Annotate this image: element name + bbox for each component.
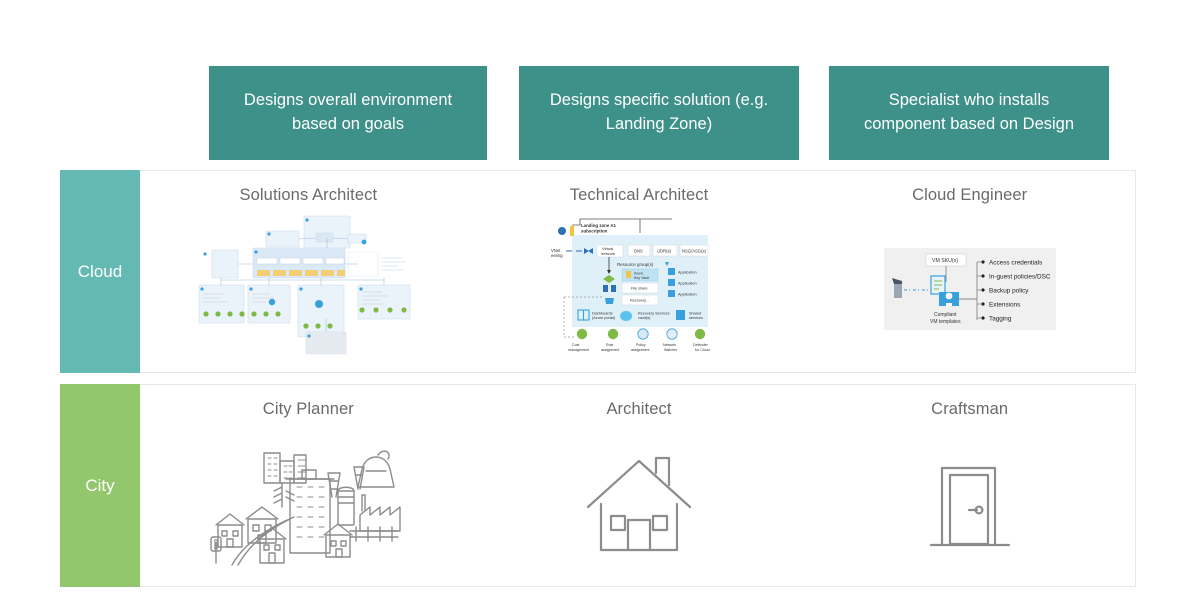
svg-text:Defender: Defender	[693, 343, 709, 347]
header-callout-row: Designs overall environment based on goa…	[0, 66, 1200, 160]
cell-art-technical-architect: Landing zone A1 subscription VNet eering…	[474, 205, 805, 372]
azure-enterprise-scale-architecture-diagram-icon	[198, 215, 411, 354]
svg-text:Key Vault: Key Vault	[634, 276, 649, 280]
svg-text:Access credentials: Access credentials	[989, 259, 1042, 266]
cell-title-city-planner: City Planner	[262, 400, 354, 418]
svg-text:Landing zone A1: Landing zone A1	[581, 223, 617, 228]
svg-text:Shared: Shared	[689, 311, 701, 315]
svg-text:Tagging: Tagging	[989, 315, 1012, 322]
svg-text:NSG/ASG(s): NSG/ASG(s)	[682, 248, 707, 253]
cell-art-craftsman	[804, 419, 1135, 586]
header-callout-3-label: Specialist who installs component based …	[863, 91, 1075, 133]
city-row-cells: City Planner Architect Craftsman	[141, 385, 1135, 586]
svg-text:Watcher: Watcher	[664, 348, 678, 352]
svg-text:Application: Application	[678, 270, 697, 274]
cell-art-city-planner	[143, 419, 474, 586]
svg-text:Role: Role	[606, 343, 613, 347]
cell-solutions-architect: Solutions Architect	[143, 171, 474, 372]
header-callout-2: Designs specific solution (e.g. Landing …	[519, 66, 799, 160]
svg-text:Application: Application	[678, 281, 697, 285]
svg-text:vault(s): vault(s)	[638, 316, 651, 320]
svg-text:Recovery Services: Recovery Services	[638, 311, 670, 315]
svg-text:Cost: Cost	[572, 343, 579, 347]
cell-city-planner: City Planner	[143, 385, 474, 586]
cell-title-architect: Architect	[606, 400, 672, 418]
svg-text:for Cloud: for Cloud	[695, 348, 710, 352]
svg-text:DNS: DNS	[634, 248, 643, 253]
svg-text:Dashboards: Dashboards	[592, 311, 613, 315]
svg-text:UDR(s): UDR(s)	[657, 248, 672, 253]
svg-text:network: network	[601, 251, 615, 256]
svg-text:management: management	[568, 348, 589, 352]
svg-text:Resource group(s): Resource group(s)	[617, 262, 654, 267]
header-callout-2-label: Designs specific solution (e.g. Landing …	[549, 91, 769, 133]
row-label-city: City	[60, 384, 140, 587]
svg-text:services: services	[689, 316, 703, 320]
cell-cloud-engineer: Cloud Engineer VM SKU(s) Compliant VM te…	[804, 171, 1135, 372]
header-callout-3: Specialist who installs component based …	[829, 66, 1109, 160]
svg-text:Policy: Policy	[636, 343, 646, 347]
cell-architect: Architect	[474, 385, 805, 586]
svg-text:Application: Application	[678, 292, 697, 296]
svg-text:(Azure portal): (Azure portal)	[592, 316, 616, 320]
house-line-icon	[586, 456, 692, 551]
azure-compliant-vm-diagram-icon: VM SKU(s) Compliant VM templates Access …	[883, 247, 1056, 330]
cell-title-technical-architect: Technical Architect	[569, 186, 709, 204]
svg-text:File share: File share	[631, 286, 648, 290]
svg-text:assignment: assignment	[631, 348, 649, 352]
door-line-icon	[929, 466, 1010, 546]
azure-landing-zone-diagram-icon: Landing zone A1 subscription VNet eering…	[551, 218, 710, 352]
svg-text:assignment: assignment	[601, 348, 619, 352]
row-label-cloud: Cloud	[60, 170, 140, 373]
svg-text:Extensions: Extensions	[989, 301, 1020, 308]
table-row-cloud: Cloud Solutions Architect Technical Arch…	[60, 170, 1136, 373]
svg-text:subscription: subscription	[581, 228, 608, 233]
cell-art-cloud-engineer: VM SKU(s) Compliant VM templates Access …	[804, 205, 1135, 372]
city-skyline-line-art-icon	[210, 449, 402, 566]
cell-technical-architect: Technical Architect Landing zone A1 subs…	[474, 171, 805, 372]
svg-text:eering: eering	[551, 253, 563, 258]
svg-text:Backup policy: Backup policy	[989, 287, 1029, 294]
svg-text:Recovery...: Recovery...	[630, 298, 649, 302]
svg-text:VM SKU(s): VM SKU(s)	[932, 258, 958, 264]
header-callout-1: Designs overall environment based on goa…	[209, 66, 487, 160]
cell-art-solutions-architect	[143, 205, 474, 372]
svg-text:Azure: Azure	[634, 271, 643, 275]
svg-text:Compliant: Compliant	[934, 312, 957, 318]
cell-title-solutions-architect: Solutions Architect	[239, 186, 378, 204]
cell-title-craftsman: Craftsman	[931, 400, 1009, 418]
svg-text:In-guest policies/DSC: In-guest policies/DSC	[989, 273, 1051, 280]
svg-text:VM templates: VM templates	[930, 319, 961, 325]
cell-craftsman: Craftsman	[804, 385, 1135, 586]
cell-title-cloud-engineer: Cloud Engineer	[912, 186, 1028, 204]
header-callout-1-label: Designs overall environment based on goa…	[243, 91, 453, 133]
row-label-cloud-text: Cloud	[77, 261, 123, 281]
table-row-city: City City Planner Architect Craftsman	[60, 384, 1136, 587]
svg-text:Network: Network	[663, 343, 676, 347]
comparison-table: Cloud Solutions Architect Technical Arch…	[60, 170, 1136, 587]
row-label-city-text: City	[85, 475, 115, 495]
cloud-row-cells: Solutions Architect Technical Architect …	[141, 171, 1135, 372]
cell-art-architect	[474, 419, 805, 586]
